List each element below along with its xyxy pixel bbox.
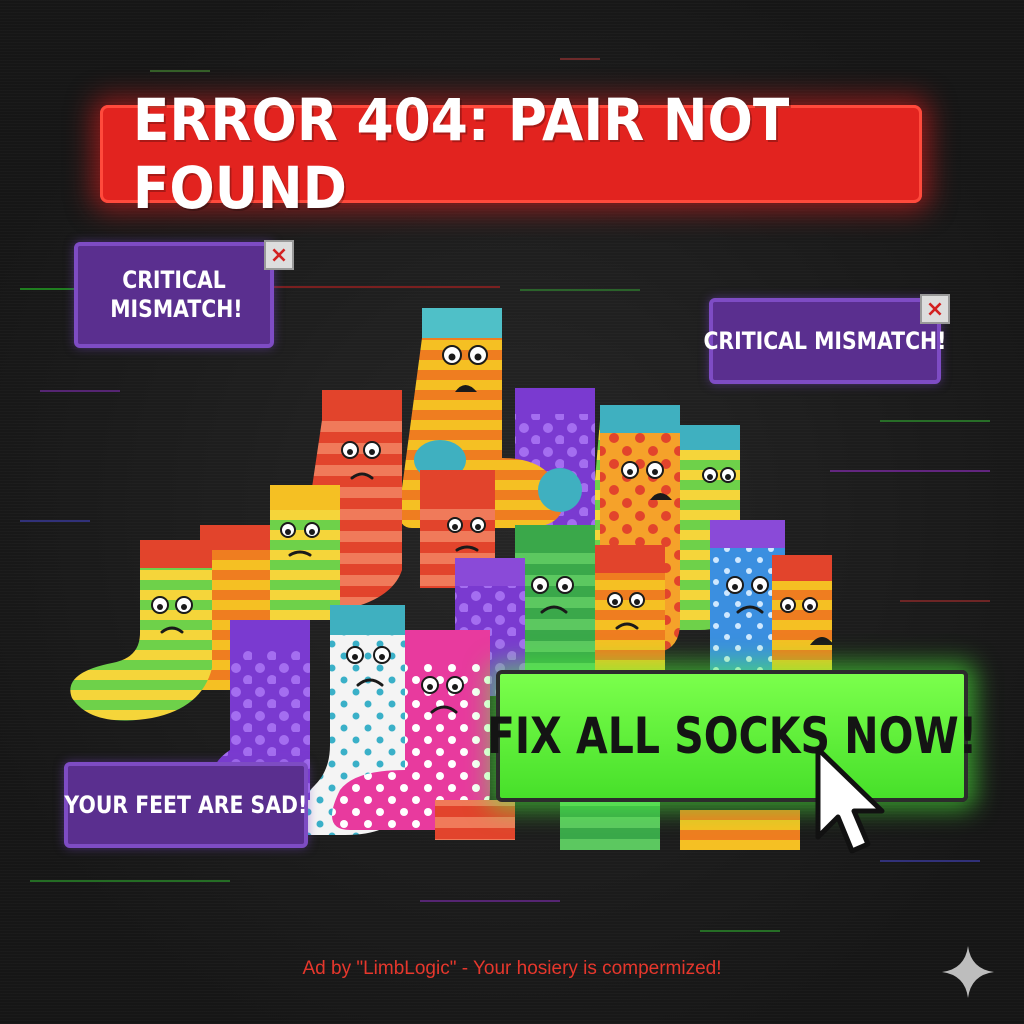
glitch-line: [700, 930, 780, 932]
feet-sad-popup[interactable]: YOUR FEET ARE SAD!: [64, 762, 308, 848]
ad-disclaimer: Ad by "LimbLogic" - Your hosiery is comp…: [302, 958, 722, 979]
critical-mismatch-popup-left[interactable]: CRITICAL MISMATCH!: [74, 242, 274, 348]
glitch-line: [560, 58, 600, 60]
fix-button-label: FIX ALL SOCKS NOW!: [486, 707, 978, 765]
ad-canvas: ERROR 404: PAIR NOT FOUND CRITICAL MISMA…: [0, 0, 1024, 1024]
glitch-line: [880, 420, 990, 422]
popup-message: CRITICAL MISMATCH!: [110, 266, 243, 323]
error-banner: ERROR 404: PAIR NOT FOUND: [100, 86, 922, 222]
glitch-line: [420, 900, 560, 902]
error-title: ERROR 404: PAIR NOT FOUND: [132, 86, 790, 222]
popup-message: YOUR FEET ARE SAD!: [64, 790, 308, 819]
glitch-line: [520, 289, 640, 291]
glitch-line: [150, 70, 210, 72]
close-icon[interactable]: ×: [264, 240, 294, 270]
close-icon[interactable]: ×: [920, 294, 950, 324]
critical-mismatch-popup-right[interactable]: CRITICAL MISMATCH!: [704, 298, 946, 384]
glitch-line: [900, 600, 990, 602]
glitch-line: [880, 860, 980, 862]
popup-message: CRITICAL MISMATCH!: [703, 326, 947, 355]
glitch-line: [30, 880, 230, 882]
fix-all-socks-button[interactable]: FIX ALL SOCKS NOW!: [487, 670, 977, 802]
glitch-line: [260, 286, 500, 288]
sparkle-icon: [942, 946, 994, 998]
mouse-pointer-icon: [815, 746, 885, 854]
